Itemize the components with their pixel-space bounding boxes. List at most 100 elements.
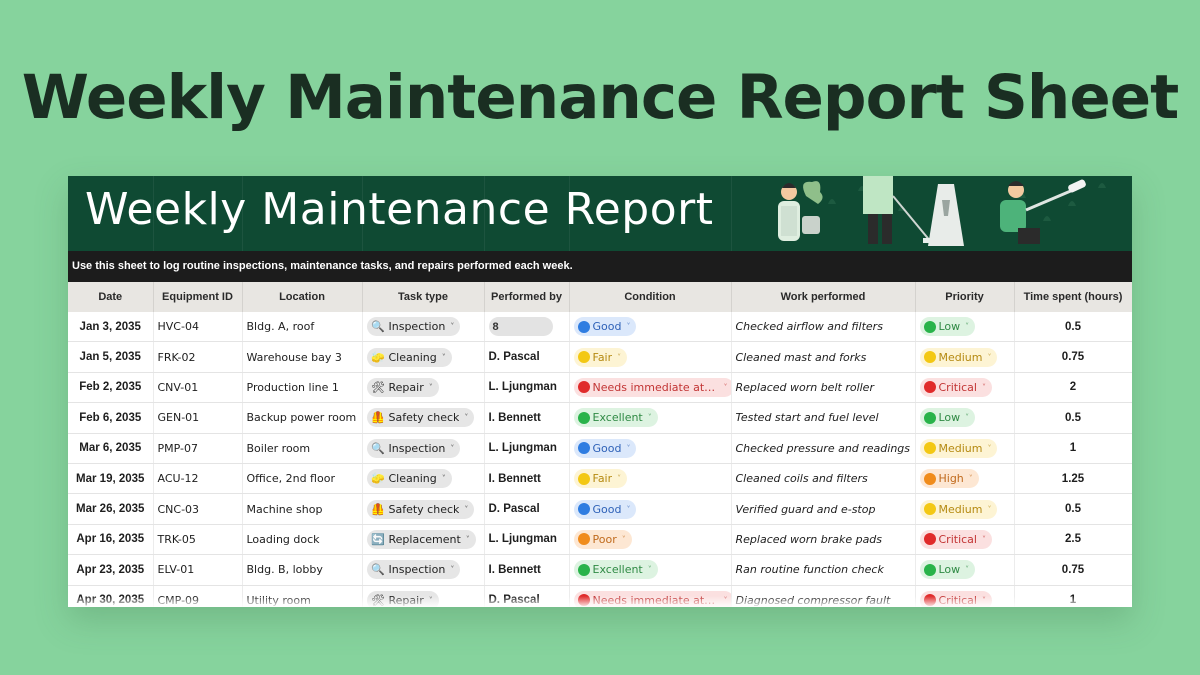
task-type-cell[interactable]: 🔍 Inspection ˅ xyxy=(362,433,485,464)
time-spent-cell[interactable]: 0.5 xyxy=(1014,493,1132,525)
condition-cell[interactable]: Good ˅ xyxy=(569,312,732,343)
condition-cell[interactable]: Excellent ˅ xyxy=(569,554,732,586)
condition-dropdown[interactable]: Needs immediate att... ˅ xyxy=(573,377,730,397)
task-type-cell[interactable]: 🧽 Cleaning ˅ xyxy=(362,341,485,373)
performed-by-cell[interactable]: L. Ljungman xyxy=(484,524,570,556)
column-header-time-spent[interactable]: Time spent (hours) xyxy=(1014,282,1132,312)
date-cell[interactable]: Apr 16, 2035 xyxy=(68,524,154,556)
condition-cell[interactable]: Excellent ˅ xyxy=(569,402,732,434)
location-cell[interactable]: Machine shop xyxy=(242,493,363,525)
date-cell[interactable]: Mar 19, 2035 xyxy=(68,463,154,495)
work-performed-cell[interactable]: Cleaned mast and forks xyxy=(731,341,916,373)
equipment-id-cell[interactable]: CNC-03 xyxy=(153,493,243,525)
task-type-dropdown[interactable]: 🧽 Cleaning ˅ xyxy=(366,347,452,367)
condition-cell[interactable]: Good ˅ xyxy=(569,493,732,525)
table-row[interactable]: Mar 6, 2035 PMP-07 Boiler room 🔍 Inspection ˅… xyxy=(68,433,1132,464)
condition-cell[interactable]: Needs immediate att... ˅ xyxy=(569,372,732,404)
priority-dropdown[interactable]: Low ˅ xyxy=(919,408,976,428)
priority-dropdown[interactable]: Medium ˅ xyxy=(919,347,998,367)
priority-dropdown[interactable]: Low ˅ xyxy=(919,560,976,580)
priority-dropdown[interactable]: Low ˅ xyxy=(919,317,976,337)
date-cell[interactable]: Jan 5, 2035 xyxy=(68,341,154,373)
condition-cell[interactable]: Good ˅ xyxy=(569,433,732,464)
location-cell[interactable]: Boiler room xyxy=(242,433,363,464)
task-type-dropdown[interactable]: 🔍 Inspection ˅ xyxy=(366,560,461,580)
time-spent-cell[interactable]: 2 xyxy=(1014,372,1132,404)
date-cell[interactable]: Feb 6, 2035 xyxy=(68,402,154,434)
equipment-id-cell[interactable]: CNV-01 xyxy=(153,372,243,404)
table-row[interactable]: Apr 23, 2035 ELV-01 Bldg. B, lobby 🔍 Inspect… xyxy=(68,554,1132,586)
time-spent-cell[interactable]: 1 xyxy=(1014,433,1132,464)
priority-cell[interactable]: Critical ˅ xyxy=(915,524,1015,556)
column-header-work-performed[interactable]: Work performed xyxy=(731,282,916,312)
condition-dropdown[interactable]: Good ˅ xyxy=(573,317,637,337)
table-row[interactable]: Feb 6, 2035 GEN-01 Backup power room 🦺 Safet… xyxy=(68,402,1132,434)
work-performed-cell[interactable]: Ran routine function check xyxy=(731,554,916,586)
column-header-location[interactable]: Location xyxy=(242,282,363,312)
work-performed-cell[interactable]: Checked pressure and readings xyxy=(731,433,916,464)
task-type-dropdown[interactable]: 🧽 Cleaning ˅ xyxy=(366,469,452,489)
equipment-id-cell[interactable]: ACU-12 xyxy=(153,463,243,495)
condition-dropdown[interactable]: Excellent ˅ xyxy=(573,408,658,428)
task-type-cell[interactable]: 🧽 Cleaning ˅ xyxy=(362,463,485,495)
priority-dropdown[interactable]: Critical ˅ xyxy=(919,529,992,549)
table-row[interactable]: Mar 26, 2035 CNC-03 Machine shop 🦺 Safety ch… xyxy=(68,493,1132,525)
task-type-cell[interactable]: 🦺 Safety check ˅ xyxy=(362,402,485,434)
time-spent-cell[interactable]: 0.5 xyxy=(1014,312,1132,343)
priority-cell[interactable]: Medium ˅ xyxy=(915,493,1015,525)
time-spent-cell[interactable]: 0.75 xyxy=(1014,554,1132,586)
equipment-id-cell[interactable]: ELV-01 xyxy=(153,554,243,586)
task-type-cell[interactable]: 🔄 Replacement ˅ xyxy=(362,524,485,556)
person-chip[interactable]: 8 xyxy=(488,317,553,337)
location-cell[interactable]: Loading dock xyxy=(242,524,363,556)
work-performed-cell[interactable]: Checked airflow and filters xyxy=(731,312,916,343)
location-cell[interactable]: Bldg. A, roof xyxy=(242,312,363,343)
equipment-id-cell[interactable]: FRK-02 xyxy=(153,341,243,373)
table-row[interactable]: Jan 3, 2035 HVC-04 Bldg. A, roof 🔍 Inspectio… xyxy=(68,312,1132,343)
location-cell[interactable]: Bldg. B, lobby xyxy=(242,554,363,586)
task-type-dropdown[interactable]: 🛠Repair ˅ xyxy=(366,377,439,397)
equipment-id-cell[interactable]: PMP-07 xyxy=(153,433,243,464)
priority-cell[interactable]: Low ˅ xyxy=(915,402,1015,434)
time-spent-cell[interactable]: 0.75 xyxy=(1014,341,1132,373)
location-cell[interactable]: Production line 1 xyxy=(242,372,363,404)
priority-dropdown[interactable]: High ˅ xyxy=(919,469,979,489)
condition-dropdown[interactable]: Fair ˅ xyxy=(573,347,628,367)
condition-dropdown[interactable]: Good ˅ xyxy=(573,499,637,519)
priority-dropdown[interactable]: Medium ˅ xyxy=(919,438,998,458)
time-spent-cell[interactable]: 2.5 xyxy=(1014,524,1132,556)
work-performed-cell[interactable]: Verified guard and e-stop xyxy=(731,493,916,525)
condition-dropdown[interactable]: Good ˅ xyxy=(573,438,637,458)
condition-dropdown[interactable]: Poor ˅ xyxy=(573,529,632,549)
column-header-performed-by[interactable]: Performed by xyxy=(484,282,570,312)
performed-by-cell[interactable]: D. Pascal xyxy=(484,341,570,373)
priority-dropdown[interactable]: Critical ˅ xyxy=(919,377,992,397)
equipment-id-cell[interactable]: TRK-05 xyxy=(153,524,243,556)
column-header-date[interactable]: Date xyxy=(68,282,154,312)
condition-cell[interactable]: Fair ˅ xyxy=(569,341,732,373)
performed-by-cell[interactable]: L. Ljungman xyxy=(484,372,570,404)
date-cell[interactable]: Mar 26, 2035 xyxy=(68,493,154,525)
table-row[interactable]: Apr 16, 2035 TRK-05 Loading dock 🔄 Replaceme… xyxy=(68,524,1132,556)
task-type-dropdown[interactable]: 🔍 Inspection ˅ xyxy=(366,438,461,458)
priority-cell[interactable]: High ˅ xyxy=(915,463,1015,495)
performed-by-cell[interactable]: D. Pascal xyxy=(484,493,570,525)
column-header-task-type[interactable]: Task type xyxy=(362,282,485,312)
location-cell[interactable]: Office, 2nd floor xyxy=(242,463,363,495)
work-performed-cell[interactable]: Replaced worn brake pads xyxy=(731,524,916,556)
condition-cell[interactable]: Poor ˅ xyxy=(569,524,732,556)
performed-by-cell[interactable]: L. Ljungman xyxy=(484,433,570,464)
equipment-id-cell[interactable]: HVC-04 xyxy=(153,312,243,343)
work-performed-cell[interactable]: Replaced worn belt roller xyxy=(731,372,916,404)
column-header-priority[interactable]: Priority xyxy=(915,282,1015,312)
table-row[interactable]: Jan 5, 2035 FRK-02 Warehouse bay 3 🧽 Cleanin… xyxy=(68,341,1132,373)
task-type-cell[interactable]: 🛠Repair ˅ xyxy=(362,372,485,404)
task-type-dropdown[interactable]: 🔍 Inspection ˅ xyxy=(366,317,461,337)
work-performed-cell[interactable]: Cleaned coils and filters xyxy=(731,463,916,495)
date-cell[interactable]: Jan 3, 2035 xyxy=(68,312,154,343)
priority-cell[interactable]: Low ˅ xyxy=(915,554,1015,586)
priority-cell[interactable]: Critical ˅ xyxy=(915,372,1015,404)
column-header-equipment-id[interactable]: Equipment ID xyxy=(153,282,243,312)
performed-by-cell[interactable]: 8 xyxy=(484,312,570,343)
priority-cell[interactable]: Medium ˅ xyxy=(915,433,1015,464)
